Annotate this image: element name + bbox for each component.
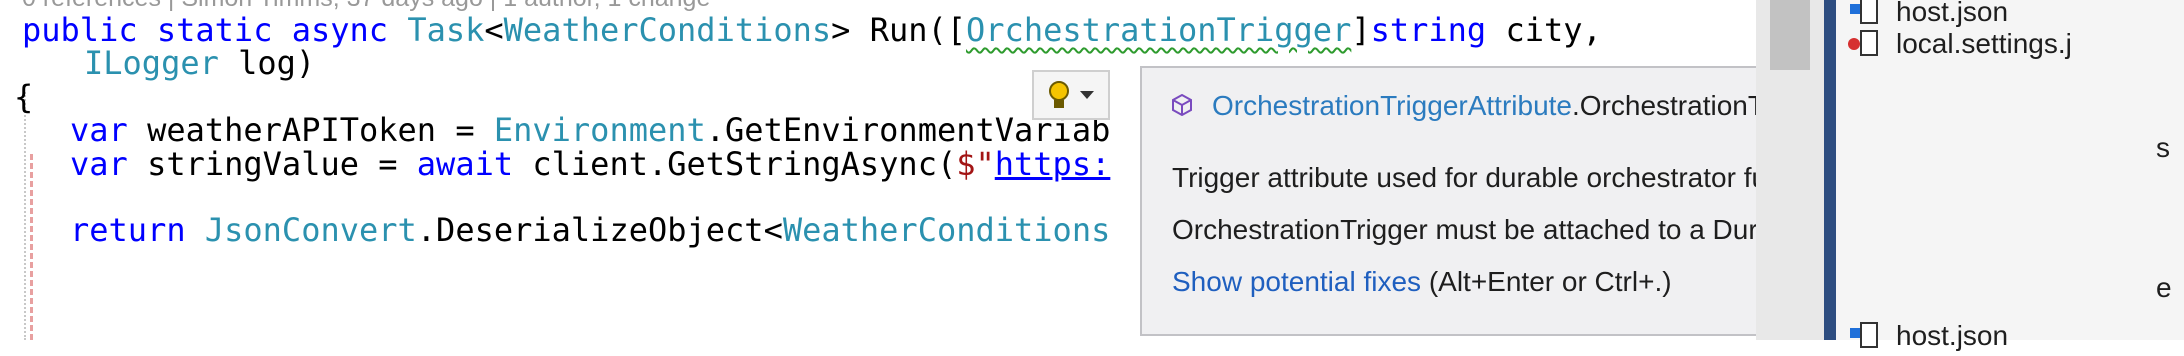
orchestration-trigger-attribute[interactable]: OrchestrationTrigger <box>966 11 1351 49</box>
json-file-icon <box>1850 320 1882 352</box>
code-text: client.GetStringAsync( <box>513 145 957 183</box>
type-name: WeatherConditions <box>782 211 1111 249</box>
lightbulb-icon <box>1048 81 1070 109</box>
tree-item-host-json[interactable]: host.json <box>1850 316 2009 356</box>
indent-guide <box>24 92 26 340</box>
solution-explorer-panel: host.json local.settings.j s e host.json <box>1756 0 2184 351</box>
type-name: JsonConvert <box>204 211 417 249</box>
class-cube-icon <box>1172 94 1192 116</box>
string-literal: $" <box>956 145 995 183</box>
quick-actions-lightbulb-button[interactable] <box>1032 70 1110 120</box>
tooltip-fix-row: Show potential fixes (Alt+Enter or Ctrl+… <box>1172 266 1672 298</box>
tree-item-label: host.json <box>1896 320 2009 351</box>
tree-item-label: e <box>2156 272 2172 303</box>
keyword: var <box>70 145 128 183</box>
chevron-down-icon[interactable] <box>1080 91 1094 99</box>
show-potential-fixes-link[interactable]: Show potential fixes <box>1172 266 1421 297</box>
type-name: ILogger <box>84 44 219 82</box>
code-text: stringValue = <box>127 145 417 183</box>
code-text: { <box>14 78 34 116</box>
editor-scrollbar[interactable] <box>1756 0 1824 340</box>
keyword: await <box>416 145 514 183</box>
code-text: .DeserializeObject< <box>416 211 783 249</box>
tree-item-label: s <box>2156 132 2170 163</box>
code-line-5[interactable]: var stringValue = await client.GetString… <box>70 142 1110 186</box>
code-text: < <box>484 11 504 49</box>
keyword: string <box>1370 11 1487 49</box>
code-text: ] <box>1351 11 1371 49</box>
tooltip-class-name[interactable]: OrchestrationTriggerAttribute <box>1212 90 1572 121</box>
tree-item-label: local.settings.j <box>1896 28 2072 59</box>
fix-shortcut-hint: (Alt+Enter or Ctrl+.) <box>1421 266 1672 297</box>
url-link[interactable]: https: <box>995 145 1111 183</box>
code-line-6[interactable]: return JsonConvert.DeserializeObject<Wea… <box>70 208 1110 252</box>
scrollbar-thumb[interactable] <box>1770 0 1810 70</box>
json-file-icon <box>1848 28 1882 60</box>
tree-item-partial: s <box>2156 128 2170 168</box>
panel-divider <box>1824 0 1836 340</box>
code-line-3[interactable]: { <box>14 75 33 119</box>
code-text: city, <box>1486 11 1602 49</box>
keyword: return <box>70 211 186 249</box>
code-text: > Run([ <box>831 11 967 49</box>
code-line-2[interactable]: ILogger log) <box>84 41 315 85</box>
tree-item-partial: e <box>2156 268 2172 308</box>
change-indicator <box>30 154 33 340</box>
tree-item-local-settings[interactable]: local.settings.j <box>1848 24 2072 64</box>
type-name: Task <box>407 11 485 49</box>
code-text: log) <box>218 44 316 82</box>
type-name: WeatherConditions <box>503 11 832 49</box>
